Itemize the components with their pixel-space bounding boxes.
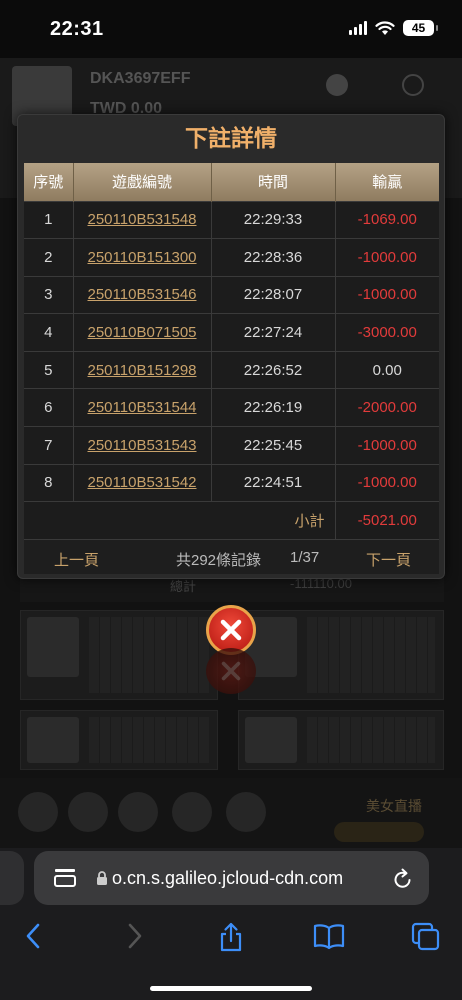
- background-live-pill: [334, 822, 424, 842]
- url-text: o.cn.s.galileo.jcloud-cdn.com: [112, 868, 344, 888]
- column-header-index: 序號: [24, 163, 73, 201]
- row-index: 6: [24, 388, 73, 427]
- tab-overview-icon[interactable]: [411, 922, 441, 952]
- row-time: 22:25:45: [210, 426, 335, 465]
- row-result: -1000.00: [334, 463, 439, 502]
- row-time: 22:28:07: [210, 275, 335, 314]
- close-icon: [221, 661, 241, 681]
- row-game-id: 250110B531543: [72, 426, 211, 465]
- table-header-row: 序號 遊戲編號 時間 輸贏: [24, 163, 439, 201]
- background-table-card: [238, 710, 444, 770]
- background-settings-icon: [402, 74, 424, 96]
- status-bar: 22:31 45: [0, 0, 462, 58]
- reload-icon[interactable]: [393, 867, 413, 889]
- close-button-reflection: [206, 648, 256, 694]
- row-time: 22:24:51: [210, 463, 335, 502]
- row-game-id: 250110B531544: [72, 388, 211, 427]
- row-result: -2000.00: [334, 388, 439, 427]
- next-page-button[interactable]: 下一頁: [366, 549, 411, 570]
- row-result: 0.00: [334, 350, 439, 389]
- row-result: -1069.00: [334, 200, 439, 239]
- background-table-card: [20, 710, 218, 770]
- row-index: 2: [24, 238, 73, 277]
- pagination-bar: 上一頁 共292條記錄 1/37 下一頁: [24, 539, 439, 574]
- game-id-link[interactable]: 250110B151298: [88, 362, 197, 379]
- row-result: -3000.00: [334, 313, 439, 352]
- background-username: DKA3697EFF: [90, 70, 191, 87]
- previous-tab-peek[interactable]: [0, 851, 24, 905]
- row-game-id: 250110B151298: [72, 350, 211, 389]
- game-id-link[interactable]: 250110B531548: [88, 211, 197, 228]
- page-indicator: 1/37: [290, 549, 320, 566]
- prev-page-button[interactable]: 上一頁: [54, 549, 99, 570]
- table-row: 7 250110B531543 22:25:45 -1000.00: [24, 426, 439, 465]
- table-row: 6 250110B531544 22:26:19 -2000.00: [24, 388, 439, 427]
- row-time: 22:29:33: [210, 200, 335, 239]
- signal-icon: [349, 21, 367, 35]
- game-id-link[interactable]: 250110B531542: [88, 474, 197, 491]
- row-time: 22:26:19: [210, 388, 335, 427]
- background-table-card: [20, 610, 218, 700]
- table-row: 8 250110B531542 22:24:51 -1000.00: [24, 463, 439, 502]
- table-row: 1 250110B531548 22:29:33 -1069.00: [24, 200, 439, 239]
- background-live-strip: 美女直播: [0, 778, 462, 848]
- table-row: 4 250110B071505 22:27:24 -3000.00: [24, 313, 439, 352]
- forward-icon[interactable]: [124, 922, 144, 950]
- row-time: 22:27:24: [210, 313, 335, 352]
- subtotal-value: -5021.00: [334, 501, 439, 540]
- game-id-link[interactable]: 250110B151300: [88, 249, 197, 266]
- status-time: 22:31: [50, 18, 104, 40]
- subtotal-row: 小計 -5021.00: [24, 501, 439, 540]
- row-index: 4: [24, 313, 73, 352]
- game-id-link[interactable]: 250110B531546: [88, 286, 197, 303]
- background-deposit-icon: [326, 74, 348, 96]
- table-row: 3 250110B531546 22:28:07 -1000.00: [24, 275, 439, 314]
- row-index: 8: [24, 463, 73, 502]
- row-result: -1000.00: [334, 275, 439, 314]
- total-records: 共292條記錄: [176, 552, 262, 569]
- address-bar[interactable]: o.cn.s.galileo.jcloud-cdn.com: [34, 851, 429, 905]
- row-game-id: 250110B531548: [72, 200, 211, 239]
- share-icon[interactable]: [218, 922, 244, 952]
- row-game-id: 250110B071505: [72, 313, 211, 352]
- close-icon: [220, 619, 242, 641]
- background-live-label: 美女直播: [366, 798, 422, 814]
- row-index: 3: [24, 275, 73, 314]
- status-icons: 45: [349, 20, 438, 36]
- game-id-link[interactable]: 250110B531543: [88, 437, 197, 454]
- back-icon[interactable]: [24, 922, 44, 950]
- row-game-id: 250110B151300: [72, 238, 211, 277]
- lock-icon: [97, 871, 107, 885]
- subtotal-label: 小計: [24, 501, 335, 540]
- column-header-time: 時間: [210, 163, 335, 201]
- row-index: 5: [24, 350, 73, 389]
- modal-title: 下註詳情: [185, 125, 277, 151]
- game-id-link[interactable]: 250110B071505: [88, 324, 197, 341]
- bet-details-modal: 下註詳情 序號 遊戲編號 時間 輸贏 1 250110B531548 22:29…: [17, 114, 445, 579]
- bookmarks-icon[interactable]: [313, 922, 345, 950]
- battery-icon: 45: [403, 20, 438, 36]
- row-game-id: 250110B531546: [72, 275, 211, 314]
- wifi-icon: [375, 20, 395, 35]
- table-row: 5 250110B151298 22:26:52 0.00: [24, 350, 439, 389]
- row-result: -1000.00: [334, 426, 439, 465]
- row-index: 1: [24, 200, 73, 239]
- row-game-id: 250110B531542: [72, 463, 211, 502]
- bet-details-table: 序號 遊戲編號 時間 輸贏 1 250110B531548 22:29:33 -…: [24, 163, 439, 540]
- browser-toolbar: [0, 918, 462, 958]
- row-result: -1000.00: [334, 238, 439, 277]
- game-id-link[interactable]: 250110B531544: [88, 399, 197, 416]
- background-table-card: [238, 610, 444, 700]
- row-time: 22:28:36: [210, 238, 335, 277]
- row-index: 7: [24, 426, 73, 465]
- column-header-result: 輸贏: [334, 163, 439, 201]
- home-indicator: [150, 986, 312, 991]
- browser-bottom-bar: o.cn.s.galileo.jcloud-cdn.com: [0, 848, 462, 1000]
- row-time: 22:26:52: [210, 350, 335, 389]
- table-row: 2 250110B151300 22:28:36 -1000.00: [24, 238, 439, 277]
- column-header-game-id: 遊戲編號: [72, 163, 211, 201]
- bet-details-table-wrap: 序號 遊戲編號 時間 輸贏 1 250110B531548 22:29:33 -…: [24, 163, 439, 540]
- tabs-icon[interactable]: [54, 868, 76, 888]
